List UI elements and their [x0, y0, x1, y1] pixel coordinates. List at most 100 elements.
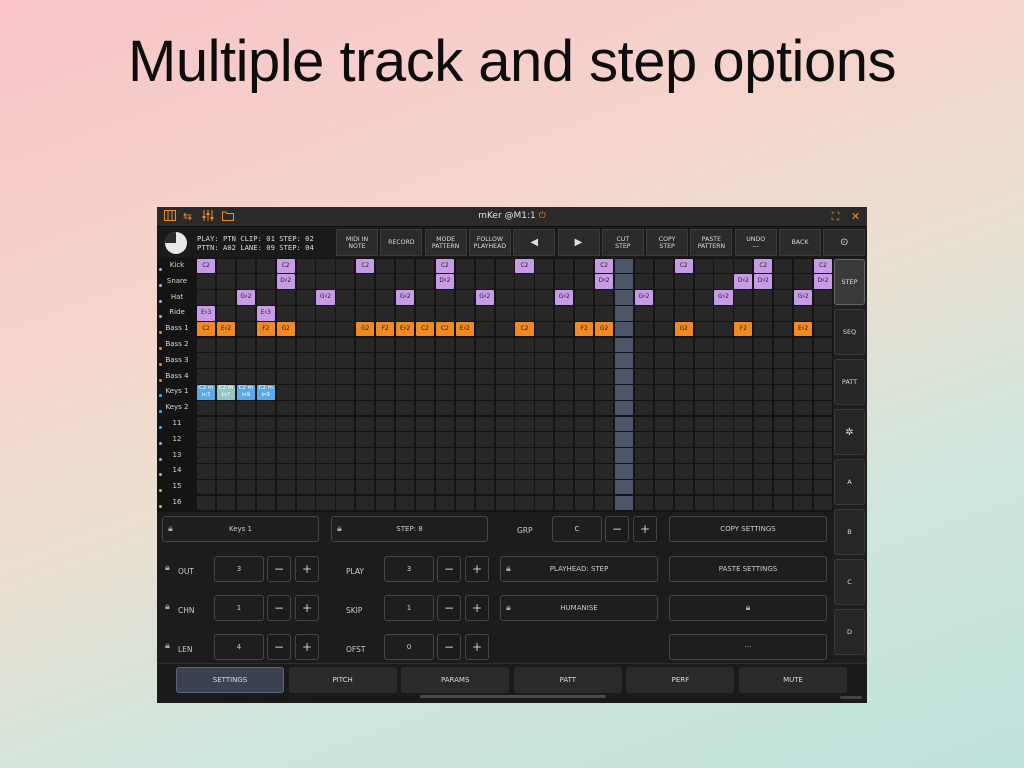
step-cell[interactable] [236, 337, 255, 353]
step-cell[interactable] [654, 400, 673, 416]
step-cell[interactable] [276, 416, 295, 432]
step-cell[interactable] [714, 384, 733, 400]
step-cell[interactable] [396, 479, 415, 495]
step-cell[interactable] [415, 479, 435, 495]
step-cell[interactable] [197, 416, 216, 432]
step-cell[interactable] [535, 432, 554, 448]
step-cell[interactable] [296, 416, 315, 432]
step-cell[interactable] [614, 337, 634, 353]
step-cell[interactable] [336, 432, 355, 448]
step-cell[interactable] [256, 463, 275, 479]
note-step[interactable]: E♯3 [256, 305, 275, 321]
step-cell[interactable] [813, 353, 833, 369]
note-step[interactable]: C2 m in7 [197, 384, 216, 400]
step-cell[interactable] [475, 274, 494, 290]
step-cell[interactable] [813, 448, 833, 463]
step-cell[interactable] [614, 258, 634, 274]
step-cell[interactable] [694, 479, 713, 495]
step-cell[interactable] [694, 321, 713, 337]
step-cell[interactable] [654, 353, 673, 369]
step-cell[interactable] [216, 305, 236, 321]
step-cell[interactable] [236, 479, 255, 495]
track-label[interactable]: 16 [157, 495, 197, 511]
step-cell[interactable] [376, 400, 395, 416]
track-label[interactable]: Ride [157, 305, 197, 321]
step-cell[interactable] [455, 274, 474, 290]
step-cell[interactable] [634, 369, 653, 384]
step-cell[interactable] [734, 258, 753, 274]
step-cell[interactable] [555, 337, 574, 353]
note-step[interactable]: C2 [276, 258, 295, 274]
track-label[interactable]: Bass 1 [157, 321, 197, 337]
step-cell[interactable] [276, 400, 295, 416]
step-cell[interactable] [595, 290, 614, 305]
step-cell[interactable] [256, 479, 275, 495]
bank-b-button[interactable]: B [834, 509, 865, 555]
step-cell[interactable] [794, 337, 813, 353]
step-cell[interactable] [555, 274, 574, 290]
step-cell[interactable] [415, 369, 435, 384]
step-cell[interactable] [296, 258, 315, 274]
step-cell[interactable] [435, 290, 454, 305]
step-cell[interactable] [336, 448, 355, 463]
step-cell[interactable] [535, 416, 554, 432]
step-cell[interactable] [694, 274, 713, 290]
step-cell[interactable] [376, 384, 395, 400]
step-cell[interactable] [634, 479, 653, 495]
step-cell[interactable] [316, 463, 335, 479]
step-cell[interactable] [276, 353, 295, 369]
step-cell[interactable] [336, 337, 355, 353]
step-cell[interactable] [595, 448, 614, 463]
step-cell[interactable] [356, 400, 375, 416]
step-cell[interactable] [774, 321, 793, 337]
step-cell[interactable] [495, 495, 514, 511]
step-cell[interactable] [236, 305, 255, 321]
step-cell[interactable] [216, 495, 236, 511]
step-cell[interactable] [197, 274, 216, 290]
step-cell[interactable] [236, 369, 255, 384]
step-cell[interactable] [495, 274, 514, 290]
step-cell[interactable] [396, 384, 415, 400]
step-cell[interactable] [595, 463, 614, 479]
step-cell[interactable] [455, 353, 474, 369]
step-cell[interactable] [515, 479, 534, 495]
note-step[interactable]: G♯2 [396, 290, 415, 305]
step-cell[interactable] [256, 258, 275, 274]
step-cell[interactable] [197, 463, 216, 479]
step-cell[interactable] [535, 384, 554, 400]
step-cell[interactable] [813, 369, 833, 384]
more-options-button[interactable]: ··· [669, 634, 827, 660]
step-cell[interactable] [674, 463, 693, 479]
step-cell[interactable] [455, 258, 474, 274]
step-cell[interactable] [336, 258, 355, 274]
step-cell[interactable] [734, 305, 753, 321]
step-cell[interactable] [614, 305, 634, 321]
record-button[interactable]: RECORD [380, 229, 423, 256]
step-cell[interactable] [376, 416, 395, 432]
step-cell[interactable] [236, 495, 255, 511]
step-cell[interactable] [634, 337, 653, 353]
step-cell[interactable] [216, 448, 236, 463]
step-cell[interactable] [495, 305, 514, 321]
step-cell[interactable] [654, 258, 673, 274]
step-cell[interactable] [734, 448, 753, 463]
step-cell[interactable] [555, 448, 574, 463]
step-cell[interactable] [415, 400, 435, 416]
step-cell[interactable] [455, 369, 474, 384]
step-cell[interactable] [734, 479, 753, 495]
note-step[interactable]: E♯2 [396, 321, 415, 337]
step-cell[interactable] [575, 448, 594, 463]
chn-decrement-button[interactable]: − [267, 595, 291, 621]
step-cell[interactable] [515, 495, 534, 511]
step-cell[interactable] [376, 290, 395, 305]
step-cell[interactable] [674, 448, 693, 463]
len-increment-button[interactable]: + [295, 634, 319, 660]
step-cell[interactable] [774, 479, 793, 495]
step-cell[interactable] [754, 448, 773, 463]
step-cell[interactable] [455, 479, 474, 495]
step-cell[interactable] [376, 274, 395, 290]
step-cell[interactable] [475, 353, 494, 369]
tab-patt[interactable]: PATT [513, 667, 622, 693]
step-cell[interactable] [774, 290, 793, 305]
step-cell[interactable] [535, 353, 554, 369]
